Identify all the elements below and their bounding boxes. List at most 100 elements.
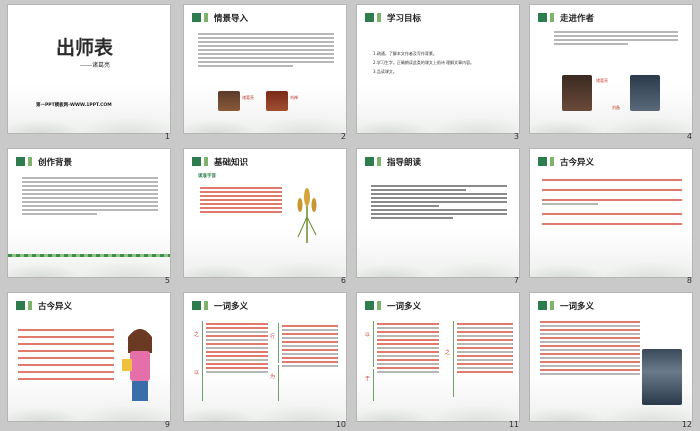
header-bar-icon <box>28 301 32 310</box>
slide-title: 一词多义 <box>560 301 595 312</box>
slide-footer: 第一PPT模板网-WWW.1PPT.COM <box>36 103 112 108</box>
page-number: 6 <box>340 276 346 285</box>
slide-thumbnail-6[interactable]: 基础知识 读准字音 <box>184 149 346 277</box>
slide-header: 一词多义 <box>365 299 421 312</box>
portrait-caption: 刘禅 <box>290 95 298 100</box>
wheat-illustration <box>297 188 317 243</box>
slide-body-text <box>22 175 158 217</box>
header-square-icon <box>365 157 374 166</box>
ink-mountain-decor <box>530 239 692 277</box>
page-number: 5 <box>164 276 170 285</box>
header-square-icon <box>365 301 374 310</box>
ink-mountain-decor <box>184 95 346 133</box>
slide-body-text <box>371 183 507 221</box>
portrait-image <box>218 91 240 111</box>
slide-thumbnail-1[interactable]: 出师表 ——诸葛亮 第一PPT模板网-WWW.1PPT.COM <box>8 5 170 133</box>
slide-thumbnail-2[interactable]: 情景导入 诸葛亮 刘禅 <box>184 5 346 133</box>
ink-mountain-decor <box>530 95 692 133</box>
slide-sorter-grid: 出师表 ——诸葛亮 第一PPT模板网-WWW.1PPT.COM 1 情景导入 诸… <box>0 0 700 431</box>
ink-mountain-decor <box>357 95 519 133</box>
slide-title: 出师表 <box>56 37 114 59</box>
header-square-icon <box>538 157 547 166</box>
slide-body-text <box>540 319 640 377</box>
header-square-icon <box>192 13 201 22</box>
ink-mountain-decor <box>8 239 170 277</box>
slide-header: 一词多义 <box>538 299 594 312</box>
ink-mountain-decor <box>8 95 170 133</box>
slide-body-text <box>542 177 682 227</box>
header-bar-icon <box>204 157 208 166</box>
header-square-icon <box>16 301 25 310</box>
slide-header: 古今异义 <box>16 299 72 312</box>
word-label: 于 <box>365 376 371 382</box>
pronunciation-list <box>200 185 282 215</box>
ink-mountain-decor <box>357 239 519 277</box>
section-subtitle: 读准字音 <box>198 174 216 179</box>
slide-thumbnail-8[interactable]: 古今异义 <box>530 149 692 277</box>
slide-thumbnail-10[interactable]: 一词多义 之 以 行 为 <box>184 293 346 421</box>
slide-subtitle: ——诸葛亮 <box>80 62 111 69</box>
slide-thumbnail-5[interactable]: 创作背景 <box>8 149 170 277</box>
header-bar-icon <box>377 301 381 310</box>
slide-header: 走进作者 <box>538 11 594 24</box>
bracket-line <box>202 321 203 365</box>
definitions-right <box>282 323 338 369</box>
slide-thumbnail-12[interactable]: 一词多义 <box>530 293 692 421</box>
slide-title: 创作背景 <box>38 157 73 168</box>
slide-header: 学习目标 <box>365 11 421 24</box>
slide-title: 一词多义 <box>387 301 422 312</box>
decorative-border <box>8 254 170 257</box>
header-bar-icon <box>550 157 554 166</box>
slide-title: 基础知识 <box>214 157 249 168</box>
page-number: 7 <box>513 276 519 285</box>
slide-title: 古今异义 <box>560 157 595 168</box>
slide-thumbnail-7[interactable]: 指导朗读 <box>357 149 519 277</box>
slide-header: 一词多义 <box>192 299 248 312</box>
portrait-image <box>642 349 682 405</box>
slide-header: 指导朗读 <box>365 155 421 168</box>
slide-thumbnail-3[interactable]: 学习目标 1.疏通，了解本文作者及写作背景。 2.学习生字，正确朗读此类的课文上… <box>357 5 519 133</box>
bracket-line <box>453 321 454 397</box>
slide-title: 古今异义 <box>38 301 73 312</box>
header-square-icon <box>192 301 201 310</box>
bracket-line <box>278 365 279 401</box>
slide-body-text <box>198 31 334 69</box>
header-bar-icon <box>28 157 32 166</box>
teacher-cartoon <box>122 329 152 401</box>
page-number: 3 <box>513 132 519 141</box>
portrait-image <box>630 75 660 111</box>
page-number: 8 <box>686 276 692 285</box>
slide-thumbnail-4[interactable]: 走进作者 诸葛亮 刘备 <box>530 5 692 133</box>
page-number: 12 <box>681 420 692 429</box>
word-label: 以 <box>365 332 371 338</box>
word-label: 为 <box>270 374 276 380</box>
word-label: 行 <box>270 334 276 340</box>
definitions-left <box>206 321 268 375</box>
slide-title: 走进作者 <box>560 13 595 24</box>
slide-header: 创作背景 <box>16 155 72 168</box>
ink-mountain-decor <box>184 239 346 277</box>
slide-thumbnail-11[interactable]: 一词多义 以 于 之 <box>357 293 519 421</box>
bracket-line <box>373 369 374 401</box>
slide-header: 情景导入 <box>192 11 248 24</box>
slide-thumbnail-9[interactable]: 古今异义 <box>8 293 170 421</box>
definitions-left <box>377 321 439 375</box>
header-square-icon <box>192 157 201 166</box>
slide-header: 古今异义 <box>538 155 594 168</box>
header-bar-icon <box>204 301 208 310</box>
page-number: 11 <box>508 420 519 429</box>
portrait-caption: 诸葛亮 <box>596 78 608 83</box>
header-bar-icon <box>377 13 381 22</box>
page-number: 2 <box>340 132 346 141</box>
bracket-line <box>202 365 203 401</box>
page-number: 4 <box>686 132 692 141</box>
slide-body-text <box>554 29 678 47</box>
slide-title: 情景导入 <box>214 13 249 24</box>
objective-item: 1.疏通，了解本文作者及写作背景。 <box>373 51 437 56</box>
header-square-icon <box>16 157 25 166</box>
bracket-line <box>373 321 374 367</box>
page-number: 1 <box>164 132 170 141</box>
header-bar-icon <box>204 13 208 22</box>
word-label: 以 <box>194 370 200 376</box>
header-square-icon <box>538 13 547 22</box>
